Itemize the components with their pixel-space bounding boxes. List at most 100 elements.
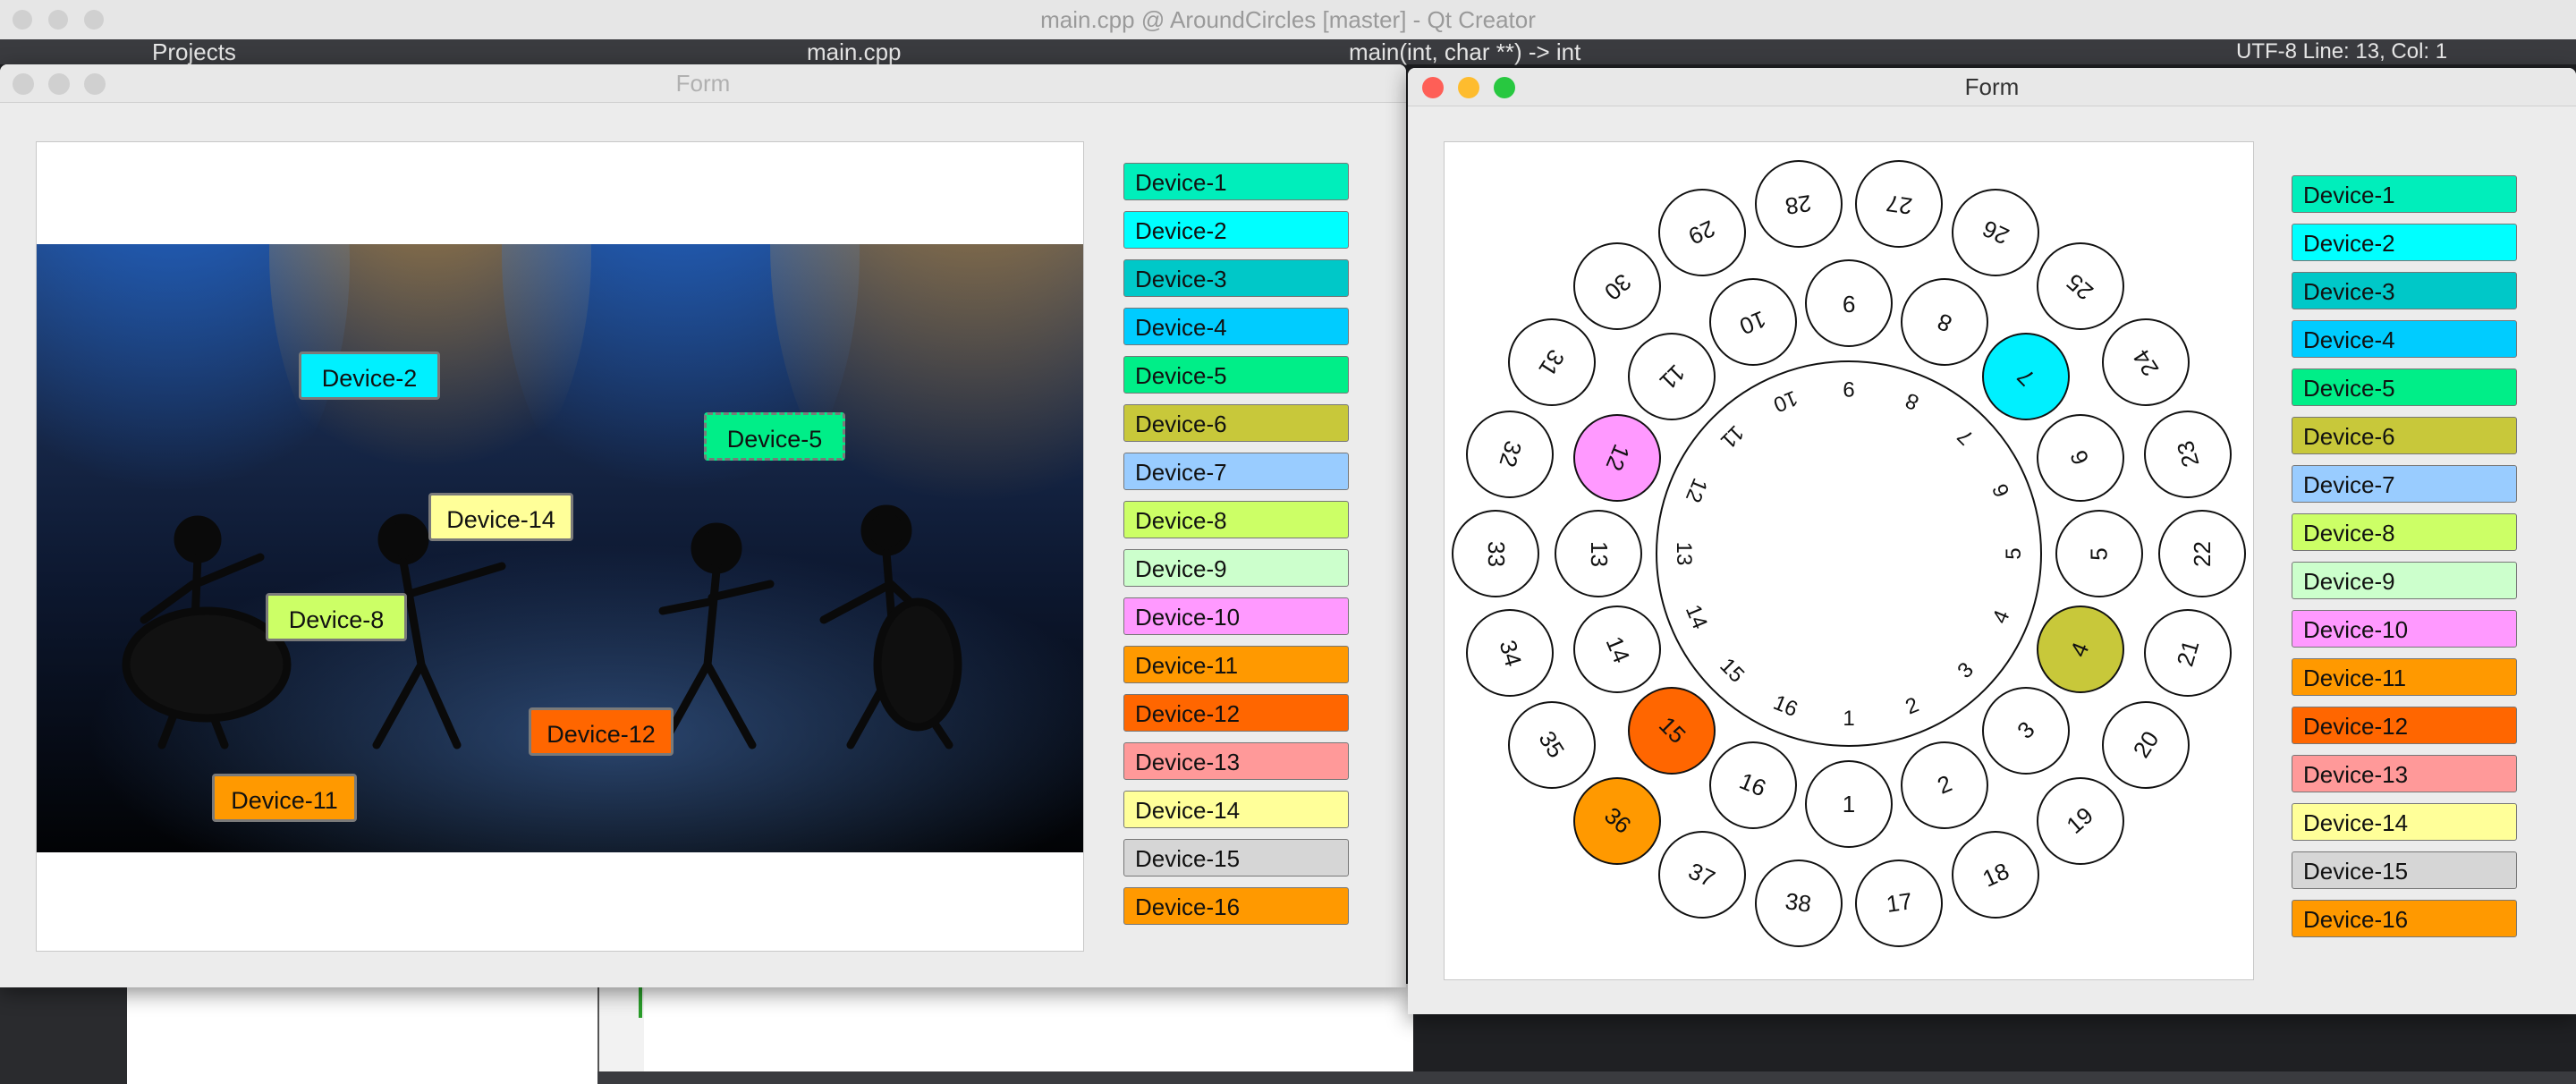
projects-selector[interactable]: Projects [152, 39, 236, 64]
slot-circle-5[interactable]: 5 [2055, 510, 2143, 597]
slot-circle-23[interactable]: 23 [2143, 410, 2232, 498]
slot-circle-1[interactable]: 1 [1805, 760, 1893, 848]
slot-circle-19[interactable]: 19 [2036, 776, 2124, 865]
slot-number: 28 [1784, 189, 1814, 220]
slot-number: 5 [2085, 546, 2113, 561]
slot-circle-35[interactable]: 35 [1507, 700, 1596, 789]
file-tab[interactable]: main.cpp [807, 39, 902, 64]
stage-label-device-14[interactable]: Device-14 [428, 493, 573, 541]
slot-circle-11[interactable]: 11 [1628, 333, 1716, 420]
device-button-12[interactable]: Device-12 [1123, 694, 1349, 732]
slot-number: 20 [2127, 726, 2165, 763]
device-button-5[interactable]: Device-5 [2292, 368, 2517, 406]
slot-circle-17[interactable]: 17 [1855, 859, 1944, 947]
device-button-13[interactable]: Device-13 [1123, 742, 1349, 780]
device-button-16[interactable]: Device-16 [2292, 900, 2517, 937]
stage-label-device-11[interactable]: Device-11 [212, 774, 357, 822]
stage-label-device-5[interactable]: Device-5 [704, 412, 845, 461]
slot-circle-24[interactable]: 24 [2102, 318, 2190, 407]
device-button-15[interactable]: Device-15 [2292, 851, 2517, 889]
slot-circle-38[interactable]: 38 [1754, 859, 1843, 947]
slot-circle-27[interactable]: 27 [1855, 160, 1944, 249]
slot-circle-6[interactable]: 6 [2036, 413, 2124, 502]
slot-circle-21[interactable]: 21 [2143, 609, 2232, 698]
device-button-7[interactable]: Device-7 [2292, 465, 2517, 503]
minimize-button[interactable] [1458, 77, 1479, 98]
slot-circle-25[interactable]: 25 [2036, 242, 2124, 331]
slot-number: 26 [1978, 215, 2013, 250]
device-button-6[interactable]: Device-6 [2292, 417, 2517, 454]
minimize-button[interactable] [48, 73, 70, 95]
device-button-10[interactable]: Device-10 [2292, 610, 2517, 648]
device-button-6[interactable]: Device-6 [1123, 404, 1349, 442]
device-button-5[interactable]: Device-5 [1123, 356, 1349, 394]
device-button-4[interactable]: Device-4 [1123, 308, 1349, 345]
device-button-14[interactable]: Device-14 [1123, 791, 1349, 828]
slot-circle-2[interactable]: 2 [1901, 741, 1989, 829]
close-button[interactable] [1422, 77, 1444, 98]
slot-circle-32[interactable]: 32 [1466, 410, 1554, 498]
slot-number: 7 [2011, 362, 2040, 392]
device-button-3[interactable]: Device-3 [1123, 259, 1349, 297]
slot-circle-10[interactable]: 10 [1708, 278, 1797, 367]
device-button-16[interactable]: Device-16 [1123, 887, 1349, 925]
device-button-12[interactable]: Device-12 [2292, 707, 2517, 744]
slot-circle-26[interactable]: 26 [1952, 188, 2040, 276]
device-button-15[interactable]: Device-15 [1123, 839, 1349, 877]
slot-number: 32 [1494, 437, 1527, 470]
qt-toolbar [0, 39, 2576, 64]
device-button-1[interactable]: Device-1 [1123, 163, 1349, 200]
code-editor[interactable] [644, 984, 1413, 1073]
stage-label-text: Device-5 [726, 426, 823, 453]
slot-circle-37[interactable]: 37 [1657, 831, 1746, 919]
editor-status: UTF-8 Line: 13, Col: 1 [2236, 39, 2448, 64]
device-button-2[interactable]: Device-2 [1123, 211, 1349, 249]
device-button-4[interactable]: Device-4 [2292, 320, 2517, 358]
slot-circle-3[interactable]: 3 [1981, 686, 2070, 775]
device-button-8[interactable]: Device-8 [2292, 513, 2517, 551]
slot-circle-15[interactable]: 15 [1628, 686, 1716, 775]
device-button-2[interactable]: Device-2 [2292, 224, 2517, 261]
zoom-button[interactable] [1494, 77, 1515, 98]
device-button-3[interactable]: Device-3 [2292, 272, 2517, 309]
slot-circle-13[interactable]: 13 [1555, 510, 1642, 597]
slot-circle-28[interactable]: 28 [1754, 160, 1843, 249]
slot-circle-18[interactable]: 18 [1952, 831, 2040, 919]
slot-circle-29[interactable]: 29 [1657, 188, 1746, 276]
device-button-11[interactable]: Device-11 [2292, 658, 2517, 696]
slot-circle-31[interactable]: 31 [1507, 318, 1596, 407]
device-button-9[interactable]: Device-9 [1123, 549, 1349, 587]
stage-label-device-8[interactable]: Device-8 [266, 593, 407, 641]
device-button-1[interactable]: Device-1 [2292, 175, 2517, 213]
slot-circle-34[interactable]: 34 [1466, 609, 1554, 698]
slot-circle-36[interactable]: 36 [1573, 776, 1662, 865]
slot-circle-16[interactable]: 16 [1708, 741, 1797, 829]
slot-number: 29 [1684, 215, 1720, 250]
device-button-9[interactable]: Device-9 [2292, 562, 2517, 599]
device-button-13[interactable]: Device-13 [2292, 755, 2517, 792]
function-combo[interactable]: main(int, char **) -> int [1349, 39, 1580, 64]
stage-label-device-12[interactable]: Device-12 [529, 707, 674, 756]
qt-project-tree [127, 984, 599, 1084]
device-button-8[interactable]: Device-8 [1123, 501, 1349, 538]
device-button-14[interactable]: Device-14 [2292, 803, 2517, 841]
slot-circle-22[interactable]: 22 [2158, 510, 2246, 597]
slot-circle-33[interactable]: 33 [1452, 510, 1539, 597]
slot-circle-4[interactable]: 4 [2036, 606, 2124, 694]
slot-number: 27 [1884, 189, 1914, 220]
zoom-button[interactable] [84, 73, 106, 95]
close-button[interactable] [13, 73, 34, 95]
slot-number: 6 [2064, 446, 2095, 470]
slot-circle-7[interactable]: 7 [1981, 333, 2070, 420]
slot-circle-14[interactable]: 14 [1573, 606, 1662, 694]
stage-label-device-2[interactable]: Device-2 [299, 351, 440, 400]
device-button-10[interactable]: Device-10 [1123, 597, 1349, 635]
slot-circle-9[interactable]: 9 [1805, 259, 1893, 347]
slot-number: 37 [1684, 857, 1720, 893]
slot-circle-8[interactable]: 8 [1901, 278, 1989, 367]
slot-circle-12[interactable]: 12 [1573, 413, 1662, 502]
device-button-7[interactable]: Device-7 [1123, 453, 1349, 490]
slot-circle-30[interactable]: 30 [1573, 242, 1662, 331]
device-button-11[interactable]: Device-11 [1123, 646, 1349, 683]
slot-circle-20[interactable]: 20 [2102, 700, 2190, 789]
